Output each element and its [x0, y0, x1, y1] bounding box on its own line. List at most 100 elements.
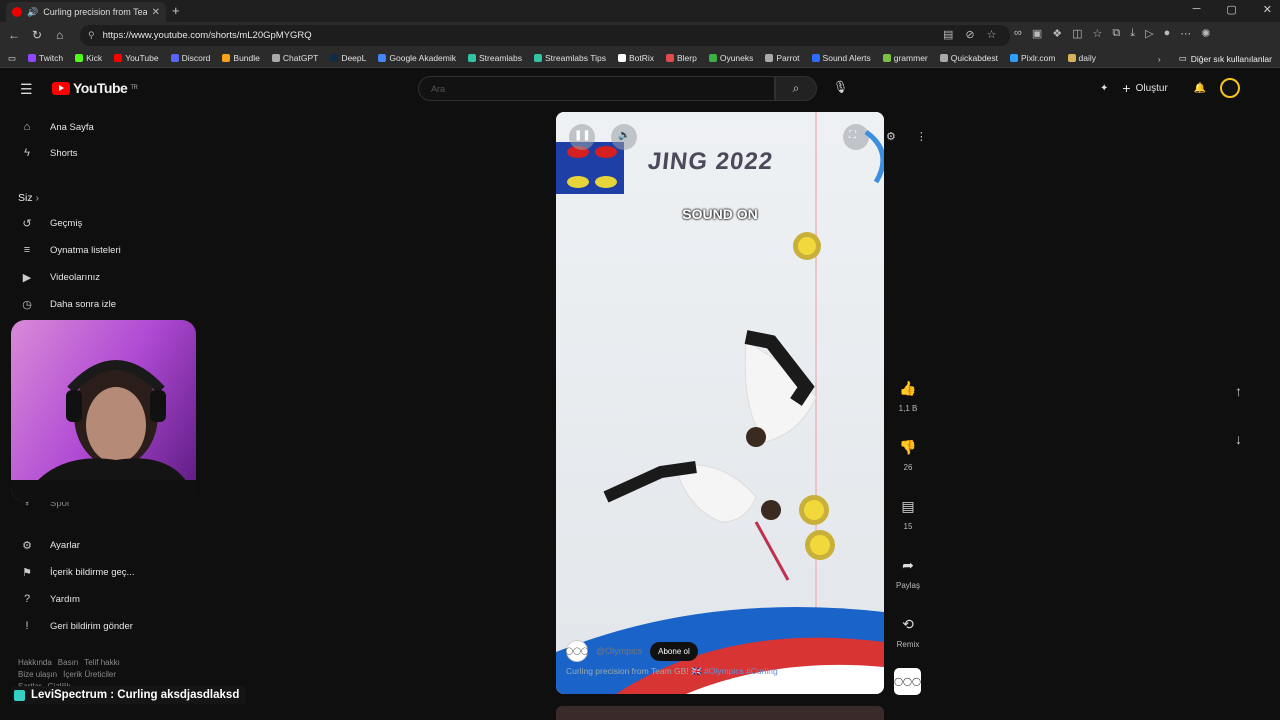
extension-icon[interactable]: ❖ [1052, 27, 1062, 40]
footer-link[interactable]: Basın [58, 658, 78, 667]
favorite-star-icon[interactable]: ☆ [987, 28, 997, 41]
settings-cog-icon[interactable]: ⚙ [886, 130, 896, 143]
footer-link[interactable]: Hakkında [18, 658, 52, 667]
subscribe-button[interactable]: Abone ol [650, 641, 698, 661]
bookmark-label: Kick [86, 53, 103, 63]
create-button[interactable]: + Oluştur [1122, 80, 1167, 96]
bookmark-item[interactable]: YouTube [114, 53, 159, 63]
bookmarks-menu-icon[interactable]: ▭ [8, 53, 16, 64]
home-icon[interactable]: ⌂ [56, 28, 63, 42]
comment-button[interactable]: ▤ 15 [893, 498, 923, 531]
pause-icon[interactable]: ❚❚ [574, 130, 591, 141]
url-field[interactable]: ⚲ https://www.youtube.com/shorts/mL20GpM… [80, 25, 1010, 46]
more-icon[interactable]: ⋯ [1180, 27, 1191, 40]
profile-icon[interactable]: ● [1164, 27, 1171, 40]
extension-puzzle-icon[interactable]: ✦ [1100, 83, 1108, 94]
split-screen-icon[interactable]: ◫ [1072, 27, 1082, 40]
fullscreen-icon[interactable]: ⛶ [849, 130, 856, 141]
bookmark-item[interactable]: Parrot [765, 53, 800, 63]
youtube-logo[interactable]: YouTube TR [52, 80, 138, 96]
sidebar-item[interactable]: ⚑ İçerik bildirme geç... [20, 566, 134, 579]
speaker-icon[interactable]: 🔊 [27, 7, 38, 18]
download-icon[interactable]: ⤓ [1130, 27, 1135, 40]
avatar[interactable] [1220, 78, 1241, 98]
remix-button[interactable]: ⟲ Remix [893, 616, 923, 649]
channel-thumbnail-olympics-rings-icon[interactable]: ◯◯◯ [894, 668, 921, 695]
hashtags[interactable]: #Olympics #Curling [704, 666, 778, 676]
menu-icon[interactable]: ☰ [20, 81, 33, 98]
minimize-icon[interactable]: ─ [1193, 3, 1201, 16]
extension-icon[interactable]: ∞ [1014, 27, 1022, 40]
channel-name[interactable]: @Olympics [596, 646, 642, 656]
bookmark-item[interactable]: Bundle [222, 53, 260, 63]
reader-icon[interactable]: ▤ [943, 28, 953, 41]
copilot-icon[interactable]: ✺ [1201, 27, 1210, 40]
sidebar-item[interactable]: ◷ Daha sonra izle [20, 298, 116, 311]
olympics-rings-icon[interactable]: ◯◯◯ [565, 640, 589, 662]
footer-link[interactable]: Telif hakkı [84, 658, 120, 667]
search-button[interactable]: ⌕ [775, 76, 817, 101]
arrow-up-icon[interactable]: ↑ [1235, 383, 1242, 399]
sidebar-item[interactable]: ! Geri bildirim gönder [20, 620, 132, 632]
bookmark-item[interactable]: ChatGPT [271, 53, 318, 63]
close-window-icon[interactable]: ✕ [1263, 3, 1272, 16]
mic-icon[interactable]: 🎙 [833, 80, 848, 94]
volume-icon[interactable]: 🔈 [618, 130, 630, 141]
sidebar-item[interactable]: ϟ Shorts [20, 147, 77, 159]
sidebar-item[interactable]: ≡ Oynatma listeleri [20, 244, 121, 256]
tracking-icon[interactable]: ⊘ [965, 28, 974, 41]
bookmark-item[interactable]: Quickabdest [939, 53, 998, 63]
sidebar-section-you[interactable]: Siz › [18, 192, 39, 204]
chevron-right-icon[interactable]: › [1158, 54, 1161, 64]
new-tab-icon[interactable]: + [172, 3, 180, 18]
back-icon[interactable]: ← [8, 28, 20, 42]
maximize-icon[interactable]: ▢ [1226, 3, 1236, 16]
bookmark-item[interactable]: DeepL [330, 53, 366, 63]
section-label: Siz [18, 192, 33, 204]
reload-icon[interactable]: ↻ [32, 28, 42, 42]
sidebar-item[interactable]: ▶ Videolarınız [20, 271, 100, 284]
bookmark-item[interactable]: Streamlabs Tips [534, 53, 606, 63]
bookmark-item[interactable]: BotRix [617, 53, 654, 63]
dislike-button[interactable]: 👎 26 [893, 439, 923, 472]
bookmark-favicon-icon [75, 54, 84, 62]
bookmark-item[interactable]: Google Akademik [378, 53, 456, 63]
logo-text: YouTube [73, 80, 128, 96]
sidebar-item[interactable]: ⌂ Ana Sayfa [20, 121, 94, 133]
chat-message: LeviSpectrum : Curling aksdjasdlaksd [31, 689, 240, 701]
video-title[interactable]: Curling precision from Team GB! 🇬🇧 #Olym… [566, 666, 778, 677]
site-info-icon[interactable]: ⚲ [88, 30, 95, 41]
bookmark-item[interactable]: Twitch [28, 53, 63, 63]
bookmark-item[interactable]: Kick [75, 53, 102, 63]
bookmark-label: daily [1078, 53, 1096, 63]
share-button[interactable]: ➦ Paylaş [893, 557, 923, 590]
bookmark-item[interactable]: daily [1067, 53, 1096, 63]
bookmark-item[interactable]: grammer [882, 53, 928, 63]
sidebar-item[interactable]: ? Yardım [20, 593, 80, 605]
footer-link[interactable]: Bize ulaşın [18, 670, 57, 679]
bookmark-item[interactable]: Discord [170, 53, 210, 63]
more-vertical-icon[interactable]: ⋮ [916, 130, 927, 143]
sidebar-item[interactable]: ⚙ Ayarlar [20, 539, 80, 552]
search-input[interactable]: Ara [418, 76, 775, 101]
arrow-down-icon[interactable]: ↓ [1235, 431, 1242, 447]
bookmark-item[interactable]: Oyuneks [708, 53, 753, 63]
close-tab-icon[interactable]: ✕ [152, 7, 160, 18]
notification-bell-icon[interactable]: 🔔 [1194, 83, 1206, 94]
collections-icon[interactable]: ⧉ [1112, 27, 1120, 40]
plus-icon: + [1122, 80, 1131, 96]
send-icon[interactable]: ▷ [1145, 27, 1153, 40]
sidebar-item[interactable]: ↺ Geçmiş [20, 217, 82, 230]
footer-link[interactable]: İçerik Üreticiler [63, 670, 116, 679]
bookmark-item[interactable]: Sound Alerts [811, 53, 871, 63]
like-button[interactable]: 👍 1,1 B [893, 380, 923, 413]
next-short-preview[interactable] [556, 706, 884, 720]
short-video-player[interactable]: JING 2022 ❚❚ 🔈 ⛶ SOUND ON ◯◯◯ @Olympics … [556, 112, 884, 694]
favorites-icon[interactable]: ☆ [1093, 27, 1103, 40]
other-bookmarks[interactable]: › ▭ Diğer sık kullanılanlar [1158, 53, 1272, 64]
bookmark-item[interactable]: Pixlr.com [1010, 53, 1056, 63]
bookmark-item[interactable]: Blerp [666, 53, 697, 63]
browser-tab[interactable]: 🔊 Curling precision from Team ✕ [6, 2, 166, 22]
extension-icon[interactable]: ▣ [1032, 27, 1042, 40]
bookmark-item[interactable]: Streamlabs [468, 53, 522, 63]
